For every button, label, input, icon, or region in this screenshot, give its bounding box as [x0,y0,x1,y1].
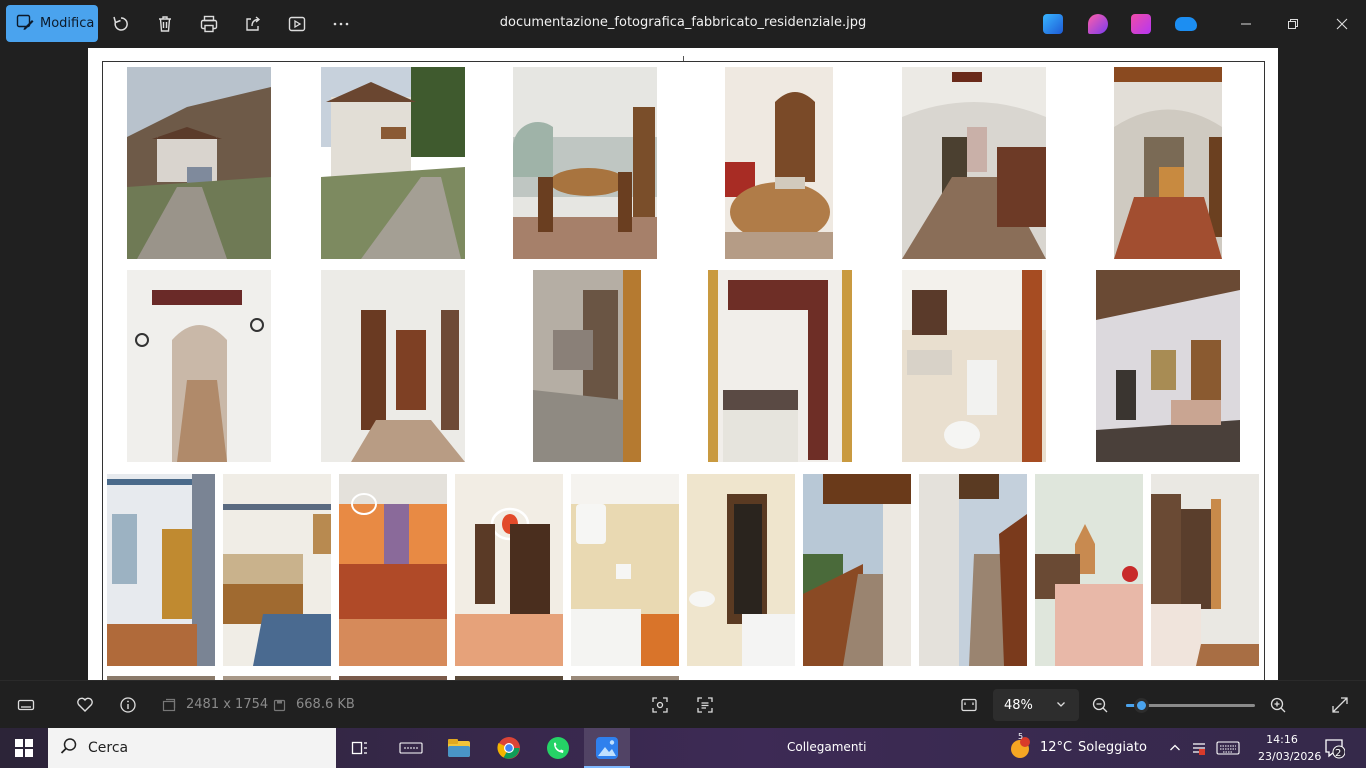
file-size-icon [267,693,291,717]
print-icon[interactable] [197,12,221,36]
zoom-level-value: 48% [1004,697,1033,713]
photo-exterior-street[interactable] [127,67,271,259]
zoom-slider-thumb[interactable] [1134,698,1150,713]
windows-start-icon[interactable] [0,728,48,768]
file-size: 668.6 KB [296,697,355,712]
weather-badge: 5 [1018,732,1024,741]
info-icon[interactable] [116,693,140,717]
show-hidden-icons-chevron[interactable] [1163,736,1187,760]
photo-hallway-doors[interactable] [321,270,465,462]
restore-icon[interactable] [1281,12,1305,36]
edit-button[interactable]: Modifica [6,5,98,42]
task-view-icon[interactable] [348,736,372,760]
photo-kitchen-table[interactable] [513,67,657,259]
delete-icon[interactable] [153,12,177,36]
text-scan-icon[interactable] [693,693,717,717]
photo-staircase[interactable] [708,270,852,462]
photo-bedroom-orange-wall[interactable] [339,474,447,666]
photos-app-window: Modifica documentazione_fotografica_fabb… [0,0,1366,728]
filmstrip-icon[interactable] [14,693,38,717]
bottom-status-bar: 2481 x 1754 668.6 KB 48% [0,680,1366,728]
file-title: documentazione_fotografica_fabbricato_re… [499,15,867,30]
slideshow-icon[interactable] [285,12,309,36]
share-icon[interactable] [241,12,265,36]
favorite-heart-icon[interactable] [73,693,97,717]
photo-arched-hallway[interactable] [127,270,271,462]
full-screen-icon[interactable] [1328,693,1352,717]
photo-exterior-path[interactable] [321,67,465,259]
system-clock[interactable]: 14:16 23/03/2026 [1258,731,1322,765]
notification-count: 2 [1335,748,1342,759]
photo-storage-room[interactable] [533,270,641,462]
photo-balcony-corridor[interactable] [919,474,1027,666]
more-options-icon[interactable] [329,12,353,36]
zoom-in-icon[interactable] [1266,693,1290,717]
chrome-icon[interactable] [497,736,521,760]
top-toolbar: Modifica documentazione_fotografica_fabb… [0,0,1366,48]
clock-date: 23/03/2026 [1258,750,1322,763]
fit-to-window-icon[interactable] [957,693,981,717]
photos-app-icon[interactable] [595,736,619,760]
photo-bathroom-tub[interactable] [571,474,679,666]
dimensions-icon [157,693,181,717]
zoom-level-dropdown[interactable]: 48% [993,689,1079,721]
photo-wooden-balcony[interactable] [803,474,911,666]
widgets-icon[interactable] [398,736,424,760]
links-toolbar-label[interactable]: Collegamenti [787,740,866,754]
search-placeholder: Cerca [88,740,129,756]
tray-app-icon[interactable] [1187,736,1211,760]
photo-room-window-door[interactable] [107,474,215,666]
photo-attic-room[interactable] [1096,270,1240,462]
search-icon [60,737,78,759]
weather-description[interactable]: Soleggiato [1078,740,1147,755]
zoom-slider[interactable] [1126,698,1255,713]
minimize-icon[interactable] [1234,12,1258,36]
image-dimensions: 2481 x 1754 [186,697,269,712]
photo-cellar-room[interactable] [1114,67,1222,259]
photo-bathroom-sink[interactable] [902,270,1046,462]
photo-dining-door[interactable] [725,67,833,259]
photo-room-wardrobe[interactable] [1151,474,1259,666]
taskbar-search-box[interactable]: Cerca [48,728,336,768]
file-explorer-icon[interactable] [447,736,471,760]
edit-button-label: Modifica [40,16,95,31]
onedrive-cloud-icon[interactable] [1175,17,1197,31]
photo-bedroom-floral[interactable] [1035,474,1143,666]
close-icon[interactable] [1330,12,1354,36]
windows-taskbar: Cerca Collegamenti 5 12°C Soleggiato 14:… [0,728,1366,768]
photo-room-lamp[interactable] [455,474,563,666]
photo-bathroom-doorway[interactable] [687,474,795,666]
rotate-icon[interactable] [109,12,133,36]
photo-bedroom-carpet[interactable] [223,474,331,666]
zoom-out-icon[interactable] [1088,693,1112,717]
designer-app-icon[interactable] [1043,14,1063,34]
copilot-app-icon[interactable] [1088,14,1108,34]
chevron-down-icon [1055,698,1067,714]
notification-icon[interactable] [1322,736,1346,760]
clock-time: 14:16 [1266,733,1298,746]
photo-cellar-corridor[interactable] [902,67,1046,259]
keyboard-icon[interactable] [1214,736,1242,760]
weather-temperature[interactable]: 12°C [1040,740,1072,755]
whatsapp-icon[interactable] [546,736,570,760]
image-viewer-canvas[interactable] [88,48,1278,680]
visual-search-icon[interactable] [648,693,672,717]
edit-image-icon [16,13,34,35]
clipchamp-app-icon[interactable] [1131,14,1151,34]
